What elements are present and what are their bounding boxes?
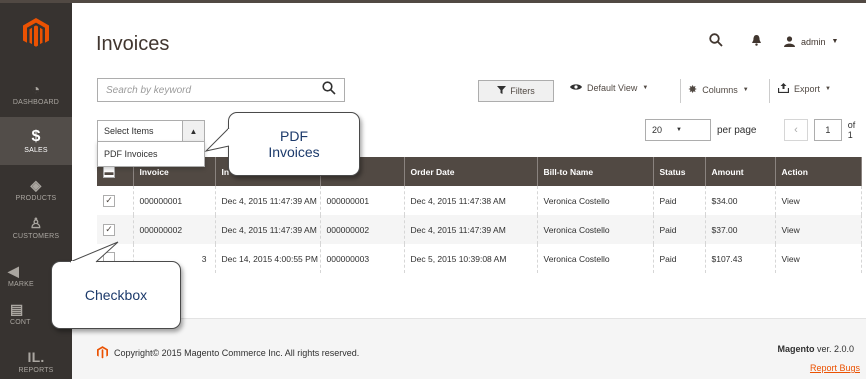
cell-invoice-date: Dec 14, 2015 4:00:55 PM bbox=[215, 244, 321, 273]
cell-order-date: Dec 4, 2015 11:47:39 AM bbox=[404, 215, 538, 244]
cell-amount: $34.00 bbox=[705, 186, 776, 215]
admin-user-menu[interactable]: admin ▼ bbox=[784, 36, 838, 47]
page-footer: Copyright© 2015 Magento Commerce Inc. Al… bbox=[72, 318, 866, 379]
dashboard-icon: ◔ bbox=[31, 80, 41, 97]
gear-icon: ✸ bbox=[688, 84, 698, 96]
cell-status: Paid bbox=[653, 186, 706, 215]
magento-version: Magento ver. 2.0.0 bbox=[777, 344, 854, 354]
chevron-down-icon: ▼ bbox=[642, 85, 649, 91]
cell-status: Paid bbox=[653, 244, 706, 273]
notification-bell-icon[interactable] bbox=[752, 35, 761, 49]
column-header-status[interactable]: Status bbox=[653, 157, 706, 186]
cell-invoice-date: Dec 4, 2015 11:47:39 AM bbox=[215, 186, 321, 215]
pagination: ‹ 1 of 1 › bbox=[784, 119, 866, 141]
column-header-order-date[interactable]: Order Date bbox=[404, 157, 538, 186]
table-row: ✓ 000000002 Dec 4, 2015 11:47:39 AM 0000… bbox=[97, 215, 862, 244]
cell-amount: $107.43 bbox=[705, 244, 776, 273]
page-title: Invoices bbox=[96, 33, 170, 55]
magento-footer-logo-icon bbox=[97, 346, 108, 359]
view-link[interactable]: View bbox=[775, 186, 862, 215]
mass-action-option-pdf-invoices[interactable]: PDF Invoices bbox=[97, 141, 205, 167]
cell-order: 000000001 bbox=[320, 186, 405, 215]
person-icon: ♙ bbox=[29, 214, 43, 231]
chevron-down-icon: ▼ bbox=[831, 38, 839, 45]
magento-logo-icon bbox=[23, 18, 49, 47]
eye-icon bbox=[570, 83, 582, 93]
chevron-down-icon: ▼ bbox=[676, 127, 682, 133]
cell-order-date: Dec 4, 2015 11:47:38 AM bbox=[404, 186, 538, 215]
view-link[interactable]: View bbox=[775, 244, 862, 273]
keyword-search bbox=[97, 78, 345, 102]
column-header-amount[interactable]: Amount bbox=[705, 157, 776, 186]
bar-chart-icon: ıl. bbox=[27, 348, 45, 365]
cell-bill-to-name: Veronica Costello bbox=[537, 215, 654, 244]
sidebar-item-customers[interactable]: ♙ CUSTOMERS bbox=[0, 203, 72, 251]
column-header-bill-to-name[interactable]: Bill-to Name bbox=[537, 157, 654, 186]
export-dropdown[interactable]: Export ▼ bbox=[777, 83, 831, 95]
megaphone-icon: ◀ bbox=[8, 262, 19, 279]
content-icon: ▤ bbox=[10, 300, 24, 317]
callout-pdf-invoices: PDF Invoices bbox=[228, 112, 360, 176]
dollar-icon: $ bbox=[31, 127, 41, 145]
export-icon bbox=[777, 83, 790, 95]
global-search-icon[interactable] bbox=[709, 33, 723, 52]
cube-icon: ◈ bbox=[30, 176, 42, 193]
columns-dropdown[interactable]: ✸ Columns ▼ bbox=[688, 83, 749, 96]
toolbar-divider bbox=[769, 79, 770, 103]
view-link[interactable]: View bbox=[775, 215, 862, 244]
magento-logo[interactable] bbox=[0, 13, 72, 53]
sidebar-item-sales[interactable]: $ SALES bbox=[0, 117, 72, 165]
callout-checkbox: Checkbox bbox=[51, 261, 181, 329]
cell-invoice-date: Dec 4, 2015 11:47:39 AM bbox=[215, 215, 321, 244]
admin-username: admin bbox=[801, 36, 826, 47]
sidebar-item-reports[interactable]: ıl. REPORTS bbox=[0, 337, 72, 379]
copyright: Copyright© 2015 Magento Commerce Inc. Al… bbox=[97, 346, 359, 359]
table-row: ✓ 000000001 Dec 4, 2015 11:47:39 AM 0000… bbox=[97, 186, 862, 215]
row-checkbox[interactable]: ✓ bbox=[103, 223, 115, 236]
user-icon bbox=[784, 36, 795, 47]
main-content: Invoices admin ▼ Filters Default View ▼ … bbox=[72, 0, 866, 379]
previous-page-button[interactable]: ‹ bbox=[784, 119, 809, 141]
per-page-control: 20 ▼ per page bbox=[645, 119, 756, 141]
page-count: of 1 bbox=[847, 120, 856, 140]
cell-invoice: 000000002 bbox=[133, 215, 216, 244]
select-all-checkbox[interactable]: ▬ bbox=[103, 165, 115, 178]
table-header-row: ▬ Invoice In Order # Order Date Bill-to … bbox=[97, 157, 862, 186]
report-bugs-link[interactable]: Report Bugs bbox=[810, 363, 860, 373]
column-header-action: Action bbox=[775, 157, 862, 186]
cell-order: 000000003 bbox=[320, 244, 405, 273]
invoices-grid: ▬ Invoice In Order # Order Date Bill-to … bbox=[97, 157, 862, 273]
cell-invoice: 000000001 bbox=[133, 186, 216, 215]
row-checkbox-cell: ✓ bbox=[97, 186, 134, 215]
funnel-icon bbox=[497, 86, 507, 96]
mass-actions-select[interactable]: Select Items ▲ bbox=[97, 120, 205, 142]
caret-up-icon[interactable]: ▲ bbox=[182, 121, 204, 141]
row-checkbox-cell: ✓ bbox=[97, 215, 134, 244]
cell-bill-to-name: Veronica Costello bbox=[537, 244, 654, 273]
search-icon[interactable] bbox=[322, 81, 336, 99]
cell-bill-to-name: Veronica Costello bbox=[537, 186, 654, 215]
search-input[interactable] bbox=[98, 79, 308, 101]
sidebar-item-dashboard[interactable]: ◔ DASHBOARD bbox=[0, 69, 72, 117]
current-page-input[interactable]: 1 bbox=[814, 119, 842, 141]
cell-status: Paid bbox=[653, 215, 706, 244]
chevron-down-icon: ▼ bbox=[825, 86, 831, 92]
table-row: 3 Dec 14, 2015 4:00:55 PM 000000003 Dec … bbox=[97, 244, 862, 273]
default-view-dropdown[interactable]: Default View ▼ bbox=[570, 83, 648, 93]
toolbar-divider bbox=[680, 79, 681, 103]
cell-amount: $37.00 bbox=[705, 215, 776, 244]
per-page-select[interactable]: 20 ▼ bbox=[645, 119, 711, 141]
cell-order: 000000002 bbox=[320, 215, 405, 244]
row-checkbox[interactable]: ✓ bbox=[103, 194, 115, 207]
cell-order-date: Dec 5, 2015 10:39:08 AM bbox=[404, 244, 538, 273]
chevron-down-icon: ▼ bbox=[742, 86, 749, 93]
filters-button[interactable]: Filters bbox=[478, 80, 554, 102]
